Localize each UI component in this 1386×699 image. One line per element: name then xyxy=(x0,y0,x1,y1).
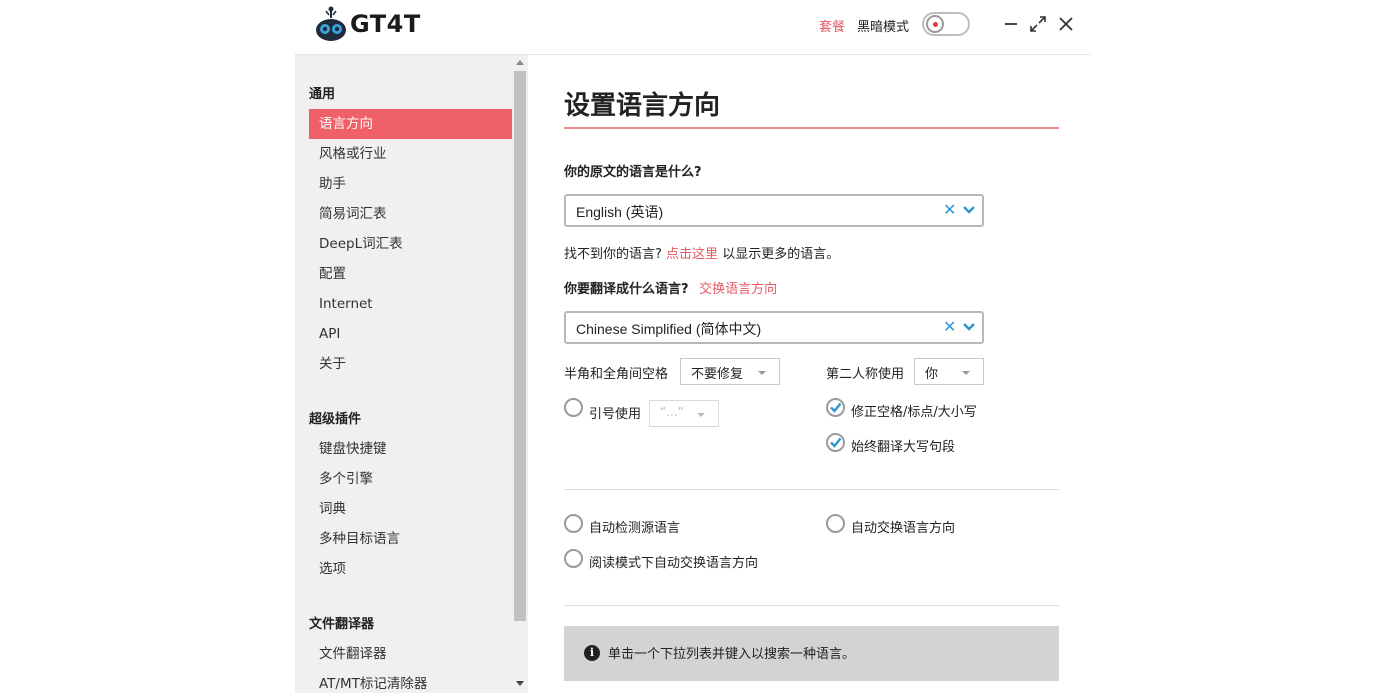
minimize-button[interactable] xyxy=(1001,12,1021,36)
sidebar-item-tag-cleaner[interactable]: AT/MT标记清除器 xyxy=(309,669,512,699)
source-language-value: English (英语) xyxy=(576,204,664,220)
space-fix-label: 半角和全角间空格 xyxy=(564,367,669,382)
hint-prefix: 找不到你的语言? xyxy=(564,247,662,262)
target-language-question: 你要翻译成什么语言? 交换语言方向 xyxy=(564,278,777,297)
dark-mode-label: 黑暗模式 xyxy=(857,20,910,35)
maximize-button[interactable] xyxy=(1028,12,1048,36)
check-icon xyxy=(830,437,842,448)
swap-direction-link[interactable]: 交换语言方向 xyxy=(699,282,777,297)
language-hint: 找不到你的语言? 点击这里 以显示更多的语言。 xyxy=(564,243,839,262)
page-title: 设置语言方向 xyxy=(564,91,721,121)
close-icon xyxy=(1059,17,1073,31)
close-button[interactable] xyxy=(1056,12,1076,36)
fix-spacing-label: 修正空格/标点/大小写 xyxy=(851,405,977,420)
quote-usage-select[interactable]: “...” xyxy=(649,400,719,427)
target-language-value: Chinese Simplified (简体中文) xyxy=(576,321,762,337)
toggle-knob xyxy=(926,15,944,33)
auto-detect-source-radio[interactable] xyxy=(564,514,583,533)
sidebar-item-internet[interactable]: Internet xyxy=(309,289,512,319)
title-divider xyxy=(564,127,1059,129)
translate-caps-label: 始终翻译大写句段 xyxy=(851,440,956,455)
target-language-select[interactable]: Chinese Simplified (简体中文) ✕ xyxy=(564,311,984,344)
hint-suffix: 以显示更多的语言。 xyxy=(722,247,840,262)
show-more-languages-link[interactable]: 点击这里 xyxy=(666,247,718,262)
sidebar-item-glossary[interactable]: 简易词汇表 xyxy=(309,199,512,229)
section-divider xyxy=(564,605,1059,606)
sidebar-item-file-translator[interactable]: 文件翻译器 xyxy=(309,639,512,669)
chevron-down-icon[interactable] xyxy=(962,320,976,334)
sidebar-item-style[interactable]: 风格或行业 xyxy=(309,139,512,169)
sidebar-section-general: 通用 xyxy=(309,87,336,102)
sidebar-section-file-translator: 文件翻译器 xyxy=(309,617,375,632)
sidebar: 通用 语言方向 风格或行业 助手 简易词汇表 DeepL词汇表 配置 Inter… xyxy=(295,55,528,693)
sidebar-item-config[interactable]: 配置 xyxy=(309,259,512,289)
quote-usage-label: 引号使用 xyxy=(589,407,642,422)
info-text: 单击一个下拉列表并键入以搜索一种语言。 xyxy=(608,647,856,662)
quote-usage-radio[interactable] xyxy=(564,398,583,417)
clear-icon[interactable]: ✕ xyxy=(943,200,956,219)
sidebar-item-engines[interactable]: 多个引擎 xyxy=(309,464,512,494)
auto-swap-radio[interactable] xyxy=(826,514,845,533)
sidebar-item-multi-target[interactable]: 多种目标语言 xyxy=(309,524,512,554)
scroll-up-icon[interactable] xyxy=(516,60,524,65)
sidebar-item-dictionary[interactable]: 词典 xyxy=(309,494,512,524)
sidebar-item-language-direction[interactable]: 语言方向 xyxy=(309,109,512,139)
fix-spacing-checkbox[interactable] xyxy=(826,398,845,417)
scrollbar-thumb[interactable] xyxy=(514,71,526,621)
source-language-select[interactable]: English (英语) ✕ xyxy=(564,194,984,227)
second-person-label: 第二人称使用 xyxy=(826,367,905,382)
app-window: GT4T 套餐 黑暗模式 通用 语言方向 风格或行业 助手 简易词汇表 Deep… xyxy=(295,0,1091,693)
space-fix-select[interactable]: 不要修复 xyxy=(680,358,780,385)
reading-mode-swap-radio[interactable] xyxy=(564,549,583,568)
reading-mode-swap-label: 阅读模式下自动交换语言方向 xyxy=(589,556,759,571)
second-person-select[interactable]: 你 xyxy=(914,358,984,385)
main-panel: 设置语言方向 你的原文的语言是什么? English (英语) ✕ 找不到你的语… xyxy=(528,55,1091,693)
target-question-text: 你要翻译成什么语言? xyxy=(564,282,689,297)
plan-link[interactable]: 套餐 xyxy=(819,16,845,35)
maximize-icon xyxy=(1030,16,1046,32)
chevron-down-icon xyxy=(962,371,970,375)
chevron-down-icon xyxy=(758,371,766,375)
quote-usage-value: “...” xyxy=(660,405,684,419)
sidebar-section-super-plugins: 超级插件 xyxy=(309,412,362,427)
sidebar-item-assistant[interactable]: 助手 xyxy=(309,169,512,199)
source-language-question: 你的原文的语言是什么? xyxy=(564,165,702,180)
translate-caps-checkbox[interactable] xyxy=(826,433,845,452)
auto-detect-source-label: 自动检测源语言 xyxy=(589,521,681,536)
check-icon xyxy=(830,402,842,413)
scroll-down-icon[interactable] xyxy=(516,681,524,686)
logo-text: GT4T xyxy=(350,10,421,38)
sidebar-item-about[interactable]: 关于 xyxy=(309,349,512,379)
sidebar-item-deepl-glossary[interactable]: DeepL词汇表 xyxy=(309,229,512,259)
sidebar-item-shortcuts[interactable]: 键盘快捷键 xyxy=(309,434,512,464)
section-divider xyxy=(564,489,1059,490)
info-icon: i xyxy=(584,645,600,661)
space-fix-value: 不要修复 xyxy=(691,367,744,382)
chevron-down-icon xyxy=(697,413,705,417)
auto-swap-label: 自动交换语言方向 xyxy=(851,521,956,536)
sidebar-scrollbar[interactable] xyxy=(512,55,528,693)
info-box: i 单击一个下拉列表并键入以搜索一种语言。 xyxy=(564,626,1059,681)
sidebar-item-api[interactable]: API xyxy=(309,319,512,349)
minimize-icon xyxy=(1005,23,1017,25)
logo: GT4T xyxy=(315,4,421,44)
sidebar-item-options[interactable]: 选项 xyxy=(309,554,512,584)
dark-mode-toggle[interactable] xyxy=(922,12,970,36)
header: GT4T 套餐 黑暗模式 xyxy=(295,0,1091,55)
robot-logo-icon xyxy=(315,6,347,42)
clear-icon[interactable]: ✕ xyxy=(943,317,956,336)
second-person-value: 你 xyxy=(925,367,939,382)
chevron-down-icon[interactable] xyxy=(962,203,976,217)
